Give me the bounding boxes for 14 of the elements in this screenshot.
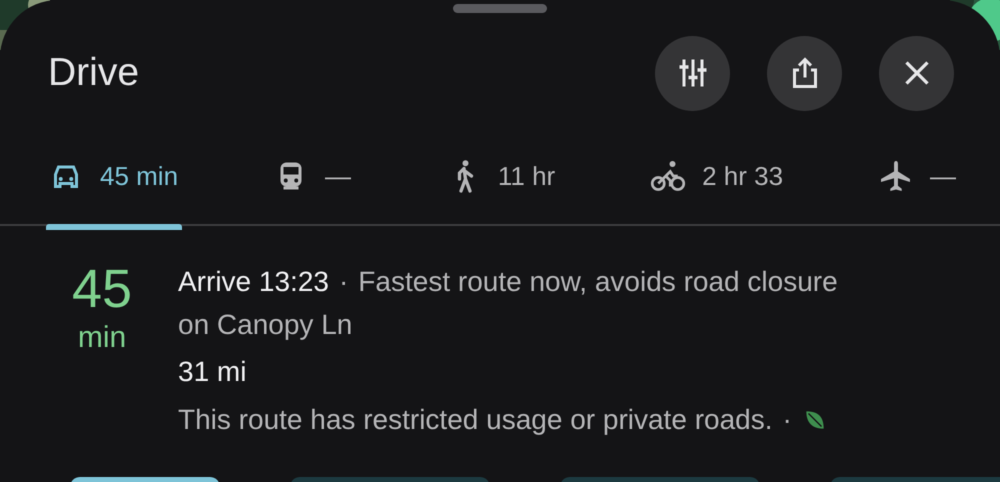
- travel-mode-tab[interactable]: 45 min: [48, 139, 178, 209]
- route-summary: Arrive 13:23 · Fastest route now, avoids road closure on Canopy Ln: [178, 265, 839, 342]
- travel-mode-tab[interactable]: —: [272, 139, 351, 209]
- travel-mode-tab[interactable]: 2 hr 33: [650, 139, 784, 209]
- cyclist-icon: [650, 158, 686, 194]
- duration-value: 45: [72, 260, 132, 318]
- duration-unit: min: [78, 320, 126, 356]
- route-note: This route has restricted usage or private roads.: [178, 403, 773, 437]
- separator-dot: ·: [782, 403, 792, 437]
- drag-handle[interactable]: [453, 4, 547, 13]
- travel-mode-tab[interactable]: 11 hr: [446, 139, 556, 209]
- travel-mode-tab[interactable]: —: [878, 139, 956, 209]
- route-distance: 31 mi: [178, 355, 248, 389]
- sheet-title: Drive: [48, 51, 140, 95]
